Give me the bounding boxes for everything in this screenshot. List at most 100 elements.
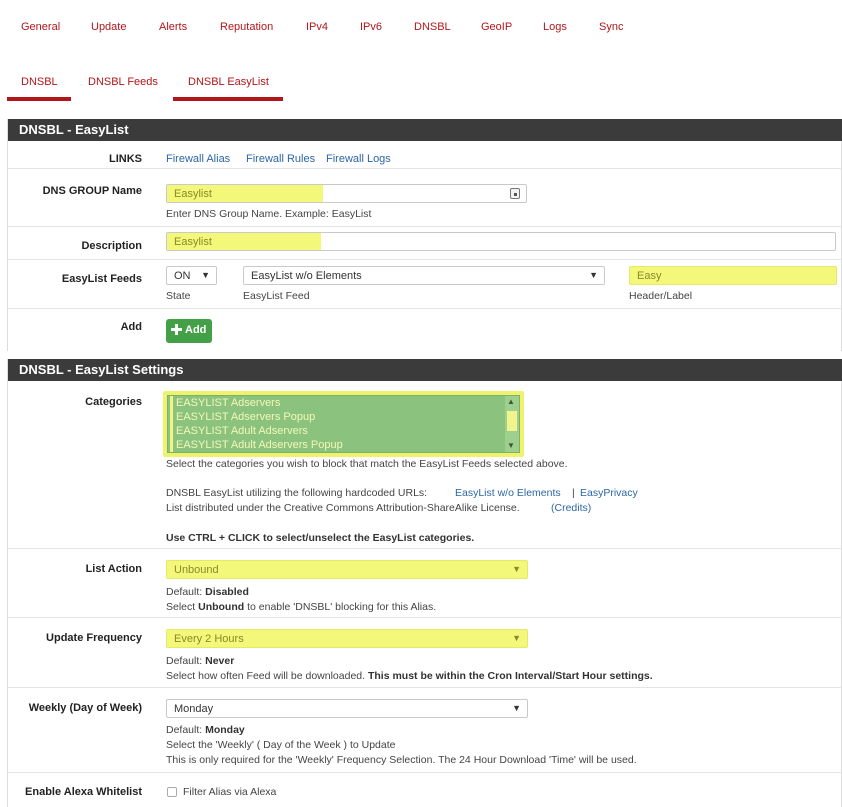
tab-geoip[interactable]: GeoIP <box>481 21 512 33</box>
list-action-label: List Action <box>85 563 142 575</box>
weekly-note: This is only required for the 'Weekly' F… <box>166 754 637 766</box>
update-frequency-default: Default: Never <box>166 655 235 667</box>
dns-group-label: DNS GROUP Name <box>42 185 142 197</box>
caret-down-icon: ▼ <box>589 270 598 280</box>
subtab-easylist-underline <box>173 97 283 101</box>
alexa-text: Filter Alias via Alexa <box>183 786 277 798</box>
categories-label: Categories <box>85 396 142 408</box>
weekly-help: Select the 'Weekly' ( Day of the Week ) … <box>166 739 396 751</box>
category-option[interactable]: EASYLIST Adult Adservers Popup <box>168 438 519 452</box>
links-row: LINKS Firewall Alias Firewall Rules Fire… <box>8 141 842 169</box>
header-value: Easy <box>637 270 662 282</box>
category-option[interactable]: EASYLIST Adult Adservers <box>168 424 519 438</box>
credits-link[interactable]: (Credits) <box>551 502 591 514</box>
scroll-up-icon[interactable]: ▲ <box>507 397 515 406</box>
license-text: List distributed under the Creative Comm… <box>166 502 520 514</box>
tab-general[interactable]: General <box>21 21 60 33</box>
subtab-dnsbl[interactable]: DNSBL <box>21 76 58 88</box>
dns-group-value: Easylist <box>174 188 212 200</box>
alexa-label: Enable Alexa Whitelist <box>25 786 142 798</box>
listbox-scrollbar[interactable]: ▲ ▼ <box>505 396 519 452</box>
add-label: Add <box>120 321 142 333</box>
dns-group-input[interactable]: Easylist <box>166 184 527 203</box>
weekly-select[interactable]: Monday ▼ <box>166 699 528 718</box>
add-button[interactable]: Add <box>166 319 212 343</box>
firewall-rules-link[interactable]: Firewall Rules <box>246 153 315 165</box>
ctrl-click-hint: Use CTRL + CLICK to select/unselect the … <box>166 532 475 544</box>
update-frequency-value: Every 2 Hours <box>174 633 244 645</box>
caret-down-icon: ▼ <box>512 564 521 574</box>
add-row: Add Add <box>8 309 842 351</box>
plus-icon <box>171 324 182 335</box>
weekly-row: Weekly (Day of Week) Monday ▼ Default: M… <box>8 688 842 773</box>
header-sub: Header/Label <box>629 290 693 302</box>
tab-alerts[interactable]: Alerts <box>159 21 187 33</box>
scroll-thumb[interactable] <box>507 411 517 431</box>
update-frequency-select[interactable]: Every 2 Hours ▼ <box>166 629 528 648</box>
feeds-label: EasyList Feeds <box>61 273 142 285</box>
state-value: ON <box>174 270 191 282</box>
links-label: LINKS <box>109 153 142 165</box>
header-label-input[interactable]: Easy <box>629 266 837 285</box>
alexa-row: Enable Alexa Whitelist Filter Alias via … <box>8 773 842 807</box>
list-action-default: Default: Disabled <box>166 586 249 598</box>
description-row: Description Easylist <box>8 227 842 260</box>
weekly-label: Weekly (Day of Week) <box>28 702 142 714</box>
list-action-value: Unbound <box>174 564 219 576</box>
firewall-alias-link[interactable]: Firewall Alias <box>166 153 230 165</box>
subtab-dnsbl-underline <box>7 97 71 101</box>
tab-dnsbl[interactable]: DNSBL <box>414 21 451 33</box>
easyprivacy-url-link[interactable]: EasyPrivacy <box>580 487 638 499</box>
categories-highlight: EASYLIST Adservers EASYLIST Adservers Po… <box>163 391 524 457</box>
state-sub: State <box>166 290 191 302</box>
easylist-settings-panel: DNSBL - EasyList Settings Categories EAS… <box>7 359 842 807</box>
dns-group-row: DNS GROUP Name Easylist Enter DNS Group … <box>8 169 842 227</box>
tab-ipv6[interactable]: IPv6 <box>360 21 382 33</box>
list-action-help: Select Unbound to enable 'DNSBL' blockin… <box>166 601 437 613</box>
categories-row: Categories EASYLIST Adservers EASYLIST A… <box>8 381 842 549</box>
weekly-value: Monday <box>174 703 214 715</box>
scroll-down-icon[interactable]: ▼ <box>507 441 515 450</box>
sub-tabbar: DNSBL DNSBL Feeds DNSBL EasyList <box>0 60 842 104</box>
caret-down-icon: ▼ <box>201 270 210 280</box>
feed-sub: EasyList Feed <box>243 290 310 302</box>
description-label: Description <box>81 240 142 252</box>
subtab-dnsbl-easylist[interactable]: DNSBL EasyList <box>188 76 269 88</box>
hardcoded-urls-text: DNSBL EasyList utilizing the following h… <box>166 487 428 499</box>
feed-select[interactable]: EasyList w/o Elements ▼ <box>243 266 605 285</box>
listbox-selection-bar <box>170 396 173 452</box>
firewall-logs-link[interactable]: Firewall Logs <box>326 153 391 165</box>
panel-title: DNSBL - EasyList <box>8 119 842 141</box>
description-input[interactable]: Easylist <box>166 232 836 251</box>
categories-help: Select the categories you wish to block … <box>166 458 568 470</box>
tab-logs[interactable]: Logs <box>543 21 567 33</box>
key-icon <box>510 188 520 199</box>
alexa-checkbox[interactable] <box>167 787 177 797</box>
top-tabbar: General Update Alerts Reputation IPv4 IP… <box>0 0 842 56</box>
subtab-dnsbl-feeds[interactable]: DNSBL Feeds <box>88 76 158 88</box>
tab-reputation[interactable]: Reputation <box>220 21 273 33</box>
tab-update[interactable]: Update <box>91 21 126 33</box>
feed-value: EasyList w/o Elements <box>251 270 362 282</box>
easylist-url-link[interactable]: EasyList w/o Elements <box>455 487 561 499</box>
caret-down-icon: ▼ <box>512 633 521 643</box>
category-option[interactable]: EASYLIST Adservers Popup <box>168 410 519 424</box>
state-select[interactable]: ON ▼ <box>166 266 217 285</box>
url-separator: | <box>572 487 575 499</box>
tab-ipv4[interactable]: IPv4 <box>306 21 328 33</box>
easylist-panel: DNSBL - EasyList LINKS Firewall Alias Fi… <box>7 119 842 351</box>
feeds-row: EasyList Feeds ON ▼ State EasyList w/o E… <box>8 260 842 309</box>
update-frequency-label: Update Frequency <box>46 632 142 644</box>
weekly-default: Default: Monday <box>166 724 245 736</box>
settings-panel-title: DNSBL - EasyList Settings <box>8 359 842 381</box>
description-value: Easylist <box>174 236 212 248</box>
list-action-select[interactable]: Unbound ▼ <box>166 560 528 579</box>
categories-listbox[interactable]: EASYLIST Adservers EASYLIST Adservers Po… <box>167 395 520 453</box>
update-frequency-row: Update Frequency Every 2 Hours ▼ Default… <box>8 618 842 688</box>
category-option[interactable]: EASYLIST Adservers <box>168 396 519 410</box>
update-frequency-help: Select how often Feed will be downloaded… <box>166 670 653 682</box>
dns-group-help: Enter DNS Group Name. Example: EasyList <box>166 208 372 220</box>
list-action-row: List Action Unbound ▼ Default: Disabled … <box>8 549 842 618</box>
caret-down-icon: ▼ <box>512 703 521 713</box>
tab-sync[interactable]: Sync <box>599 21 623 33</box>
